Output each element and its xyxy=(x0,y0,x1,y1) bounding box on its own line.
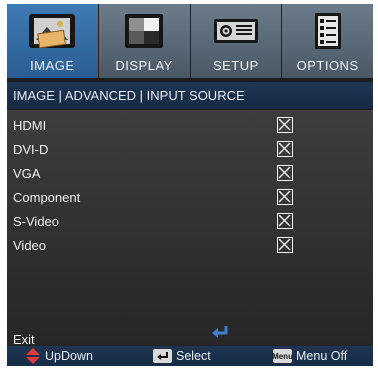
projector-icon xyxy=(211,12,261,50)
source-label: S-Video xyxy=(13,214,60,229)
exit-item[interactable]: Exit xyxy=(13,332,35,347)
enter-arrow-icon xyxy=(210,324,230,340)
source-label: Component xyxy=(13,190,81,205)
footer-updown: UpDown xyxy=(25,348,93,364)
tab-label: OPTIONS xyxy=(296,58,359,73)
checkbox-vga[interactable] xyxy=(277,165,293,181)
source-row-component[interactable]: Component xyxy=(7,187,373,209)
checkbox-hdmi[interactable] xyxy=(277,117,293,133)
tab-label: DISPLAY xyxy=(115,58,173,73)
osd-menu: IMAGE DISPLAY SETUP OPTIONS IMAGE | ADVA… xyxy=(7,4,373,366)
tab-bar: IMAGE DISPLAY SETUP OPTIONS xyxy=(7,4,373,78)
source-label: Video xyxy=(13,238,47,253)
tab-display[interactable]: DISPLAY xyxy=(98,4,191,78)
menu-off-label: Menu Off xyxy=(296,349,348,363)
source-row-hdmi[interactable]: HDMI xyxy=(7,115,373,137)
updown-label: UpDown xyxy=(45,349,93,363)
input-source-panel: HDMI DVI-D VGA Component S-Video Video E… xyxy=(7,110,373,347)
options-icon xyxy=(303,12,353,50)
image-icon xyxy=(27,12,77,50)
source-label: HDMI xyxy=(13,118,47,133)
checkbox-svideo[interactable] xyxy=(277,213,293,229)
checkbox-component[interactable] xyxy=(277,189,293,205)
source-label: DVI-D xyxy=(13,142,49,157)
footer-menu-off: Menu Menu Off xyxy=(272,348,348,364)
tab-image[interactable]: IMAGE xyxy=(7,4,99,78)
footer-bar: UpDown Select Menu Menu Off xyxy=(7,346,373,366)
source-label: VGA xyxy=(13,166,41,181)
tab-label: IMAGE xyxy=(30,58,75,73)
checkbox-video[interactable] xyxy=(277,237,293,253)
breadcrumb: IMAGE | ADVANCED | INPUT SOURCE xyxy=(7,82,373,109)
display-icon xyxy=(119,12,169,50)
updown-arrows-icon xyxy=(25,348,41,364)
enter-key-icon xyxy=(153,349,172,363)
menu-key-icon: Menu xyxy=(272,349,293,363)
source-row-vga[interactable]: VGA xyxy=(7,163,373,185)
tab-setup[interactable]: SETUP xyxy=(190,4,283,78)
source-row-dvid[interactable]: DVI-D xyxy=(7,139,373,161)
tab-label: SETUP xyxy=(212,58,259,73)
select-label: Select xyxy=(176,349,211,363)
source-row-svideo[interactable]: S-Video xyxy=(7,211,373,233)
footer-select: Select xyxy=(153,348,211,364)
tab-options[interactable]: OPTIONS xyxy=(282,4,373,78)
source-row-video[interactable]: Video xyxy=(7,235,373,257)
checkbox-dvid[interactable] xyxy=(277,141,293,157)
